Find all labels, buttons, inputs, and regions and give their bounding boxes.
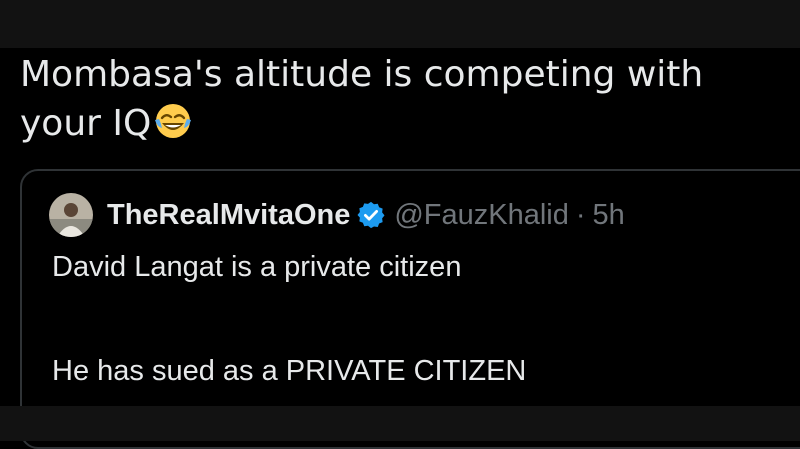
verified-badge-icon: [357, 201, 385, 229]
separator-dot: ·: [575, 198, 586, 231]
avatar-image: [49, 193, 93, 237]
tweet-text-content: Mombasa's altitude is competing with you…: [20, 54, 704, 144]
tweet[interactable]: Mombasa's altitude is competing with you…: [0, 48, 800, 449]
avatar[interactable]: [49, 193, 93, 237]
timestamp[interactable]: 5h: [593, 199, 625, 232]
bottom-bar: [0, 406, 800, 441]
quoted-tweet-line: He has sued as a PRIVATE CITIZEN: [52, 355, 527, 387]
tweet-text: Mombasa's altitude is competing with you…: [20, 50, 790, 148]
face-with-tears-of-joy-icon: [155, 104, 192, 138]
quoted-tweet-header: TheRealMvitaOne @FauzKhalid · 5h: [49, 193, 625, 237]
top-bar: [0, 0, 800, 48]
handle[interactable]: @FauzKhalid: [394, 199, 569, 232]
display-name[interactable]: TheRealMvitaOne: [107, 199, 350, 232]
quoted-tweet-line: David Langat is a private citizen: [52, 251, 462, 283]
